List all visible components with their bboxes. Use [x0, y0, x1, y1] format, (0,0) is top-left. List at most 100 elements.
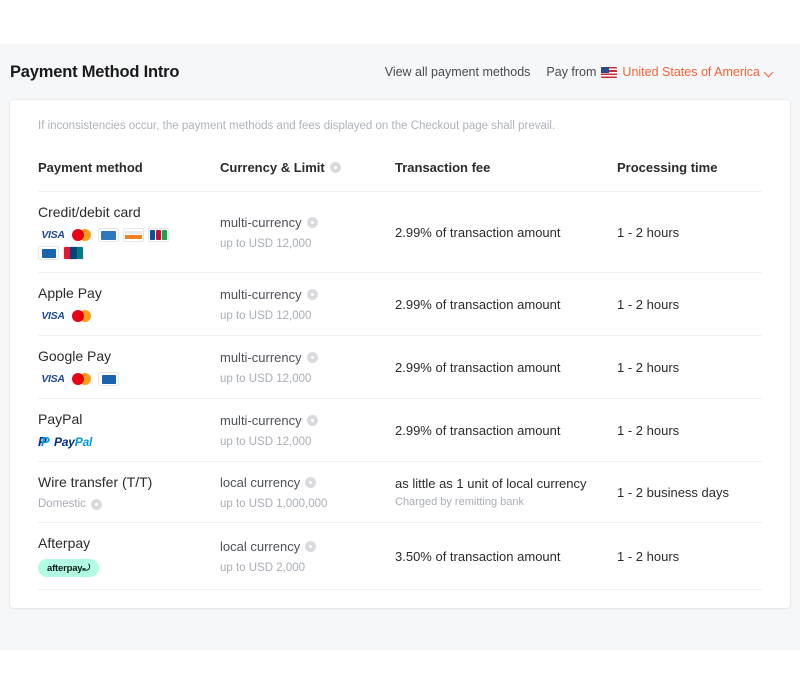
view-all-payment-methods-link[interactable]: View all payment methods — [385, 65, 531, 79]
processing-time-value: 1 - 2 hours — [617, 296, 680, 312]
processing-time-value: 1 - 2 hours — [617, 548, 680, 564]
processing-time-value: 1 - 2 hours — [617, 359, 680, 375]
cell-currency-limit: multi-currency up to USD 12,000 — [220, 335, 395, 399]
payment-methods-card: If inconsistencies occur, the payment me… — [10, 100, 790, 608]
currency-type-label: multi-currency — [220, 412, 302, 428]
column-header-payment-method-label: Payment method — [38, 160, 143, 175]
column-header-payment-method: Payment method — [38, 146, 220, 192]
cell-payment-method: Google Pay VISA — [38, 335, 220, 399]
mastercard-logo-icon — [72, 309, 94, 323]
table-row: Google Pay VISA multi-currency up to USD 12… — [38, 335, 762, 399]
column-header-transaction-fee: Transaction fee — [395, 146, 617, 192]
currency-limit: up to USD 12,000 — [220, 435, 312, 448]
us-flag-icon — [601, 66, 618, 78]
payment-method-subtitle: Domestic — [38, 498, 220, 510]
diners-club-logo-icon — [98, 372, 119, 386]
transaction-fee-note: Charged by remitting bank — [395, 496, 525, 508]
cell-processing-time: 1 - 2 hours — [617, 335, 762, 399]
info-icon[interactable] — [305, 476, 317, 488]
payment-brand-logos: VISA — [38, 309, 188, 323]
table-bottom-spacer — [38, 590, 762, 608]
unionpay-logo-icon — [63, 246, 84, 260]
transaction-fee-value: 2.99% of transaction amount — [395, 359, 561, 375]
cell-payment-method: Credit/debit card VISA — [38, 191, 220, 273]
mastercard-logo-icon — [72, 228, 94, 242]
currency-limit: up to USD 12,000 — [220, 372, 312, 385]
paypal-logo-icon: P P PayPal — [38, 434, 93, 450]
selected-country-label: United States of America — [622, 65, 760, 79]
currency-type: multi-currency — [220, 287, 395, 302]
currency-type: multi-currency — [220, 350, 395, 365]
info-icon[interactable] — [90, 498, 102, 510]
disclaimer-text: If inconsistencies occur, the payment me… — [38, 120, 556, 132]
payment-method-subtitle-label: Domestic — [38, 498, 86, 510]
cell-currency-limit: multi-currency up to USD 12,000 — [220, 398, 395, 462]
payment-method-intro-page: Payment Method Intro View all payment me… — [0, 44, 800, 650]
processing-time-value: 1 - 2 business days — [617, 484, 730, 500]
afterpay-logo-icon: afterpay⤾ — [38, 559, 100, 577]
payment-method-name: Wire transfer (T/T) — [38, 474, 153, 490]
currency-limit: up to USD 12,000 — [220, 237, 312, 250]
info-icon[interactable] — [329, 162, 341, 173]
cell-transaction-fee: as little as 1 unit of local currency Cha… — [395, 461, 617, 523]
table-row: PayPal P P PayPal multi-currency up to USD 12… — [38, 398, 762, 462]
currency-type-label: local currency — [220, 474, 301, 490]
visa-logo-icon: VISA — [38, 228, 68, 242]
currency-type: multi-currency — [220, 413, 395, 428]
payment-method-name: Apple Pay — [38, 285, 102, 301]
payment-brand-logos: afterpay⤾ — [38, 559, 188, 577]
payment-methods-table: Payment method Currency & Limit Transact… — [38, 146, 762, 590]
mastercard-logo-icon — [72, 372, 94, 386]
page-header: Payment Method Intro View all payment me… — [0, 44, 800, 100]
currency-type-label: multi-currency — [220, 349, 302, 365]
visa-logo-icon: VISA — [38, 372, 68, 386]
cell-processing-time: 1 - 2 hours — [617, 272, 762, 336]
table-row: Wire transfer (T/T) Domestic local currenc… — [38, 461, 762, 523]
cell-processing-time: 1 - 2 hours — [617, 191, 762, 273]
currency-type: local currency — [220, 475, 395, 490]
currency-type-label: multi-currency — [220, 214, 302, 230]
processing-time-value: 1 - 2 hours — [617, 224, 680, 240]
cell-payment-method: Afterpay afterpay⤾ — [38, 522, 220, 590]
transaction-fee-value: 3.50% of transaction amount — [395, 548, 561, 564]
diners-club-logo-icon — [38, 246, 59, 260]
processing-time-value: 1 - 2 hours — [617, 422, 680, 438]
column-header-processing-time: Processing time — [617, 146, 762, 192]
payment-brand-logos: VISA — [38, 372, 188, 386]
cell-processing-time: 1 - 2 hours — [617, 398, 762, 462]
currency-limit: up to USD 2,000 — [220, 561, 306, 574]
pay-from-country-selector[interactable]: Pay from United States of America — [546, 65, 774, 79]
payment-method-name: Google Pay — [38, 348, 112, 364]
info-icon[interactable] — [305, 540, 317, 552]
transaction-fee-value: 2.99% of transaction amount — [395, 224, 561, 240]
cell-transaction-fee: 2.99% of transaction amount — [395, 335, 617, 399]
cell-payment-method: Apple Pay VISA — [38, 272, 220, 336]
info-icon[interactable] — [306, 414, 318, 426]
cell-currency-limit: multi-currency up to USD 12,000 — [220, 272, 395, 336]
visa-logo-icon: VISA — [38, 309, 68, 323]
payment-method-name: PayPal — [38, 411, 83, 427]
payment-methods-table-body: Credit/debit card VISA multi-currency up to… — [38, 191, 762, 590]
pay-from-label: Pay from — [546, 65, 597, 79]
currency-type-label: multi-currency — [220, 286, 302, 302]
column-header-currency-limit: Currency & Limit — [220, 146, 395, 192]
column-header-processing-time-label: Processing time — [617, 160, 718, 175]
payment-brand-logos: VISA — [38, 228, 188, 260]
info-icon[interactable] — [306, 288, 318, 300]
info-icon[interactable] — [306, 216, 318, 228]
payment-brand-logos: P P PayPal — [38, 434, 188, 450]
payment-method-name: Afterpay — [38, 535, 91, 551]
chevron-down-icon — [765, 68, 774, 77]
cell-payment-method: PayPal P P PayPal — [38, 398, 220, 462]
cell-processing-time: 1 - 2 business days — [617, 461, 762, 523]
cell-transaction-fee: 3.50% of transaction amount — [395, 522, 617, 590]
column-header-currency-limit-label: Currency & Limit — [220, 160, 325, 175]
transaction-fee-value: 2.99% of transaction amount — [395, 296, 561, 312]
cell-transaction-fee: 2.99% of transaction amount — [395, 398, 617, 462]
table-row: Credit/debit card VISA multi-currency up to… — [38, 191, 762, 273]
currency-type-label: local currency — [220, 538, 301, 554]
info-icon[interactable] — [306, 351, 318, 363]
table-header-row: Payment method Currency & Limit Transact… — [38, 146, 762, 192]
discover-logo-icon — [123, 228, 144, 242]
payment-method-name: Credit/debit card — [38, 204, 141, 220]
